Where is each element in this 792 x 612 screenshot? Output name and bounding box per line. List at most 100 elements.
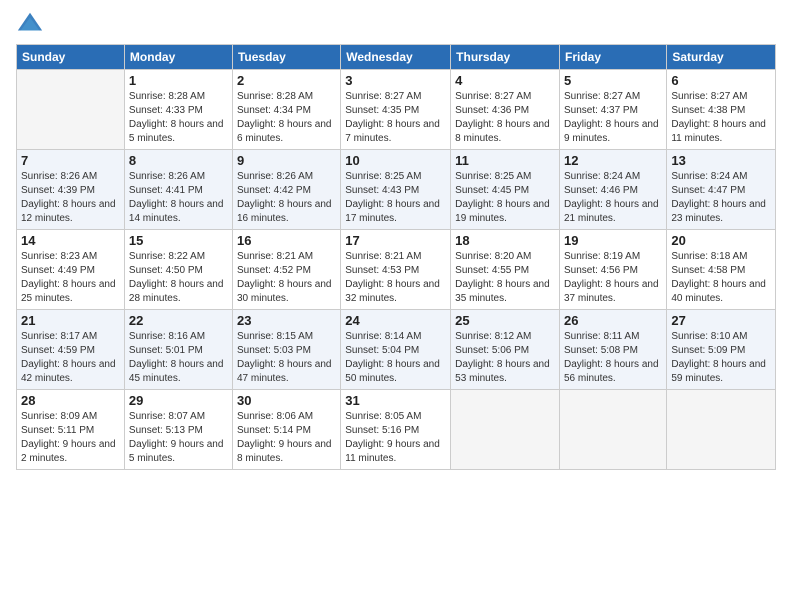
logo-icon [16,10,44,38]
day-detail: Sunrise: 8:20 AMSunset: 4:55 PMDaylight:… [455,250,555,306]
weekday-header-cell: Thursday [451,45,560,70]
day-number: 18 [455,233,555,248]
day-number: 22 [129,313,228,328]
day-number: 21 [21,313,120,328]
calendar-day-cell: 20 Sunrise: 8:18 AMSunset: 4:58 PMDayligh… [667,230,776,310]
calendar-week-row: 7 Sunrise: 8:26 AMSunset: 4:39 PMDaylight… [17,150,776,230]
day-detail: Sunrise: 8:21 AMSunset: 4:53 PMDaylight:… [345,250,446,306]
calendar-day-cell: 31 Sunrise: 8:05 AMSunset: 5:16 PMDayligh… [341,390,451,470]
day-detail: Sunrise: 8:18 AMSunset: 4:58 PMDaylight:… [671,250,771,306]
weekday-header-cell: Sunday [17,45,125,70]
calendar-day-cell: 14 Sunrise: 8:23 AMSunset: 4:49 PMDayligh… [17,230,125,310]
calendar-day-cell: 8Sunrise: 8:26 AMSunset: 4:41 PMDaylight… [124,150,232,230]
day-detail: Sunrise: 8:28 AMSunset: 4:33 PMDaylight:… [129,90,228,146]
day-number: 12 [564,153,662,168]
calendar-day-cell: 24 Sunrise: 8:14 AMSunset: 5:04 PMDayligh… [341,310,451,390]
calendar-day-cell [667,390,776,470]
day-number: 6 [671,73,771,88]
day-number: 31 [345,393,446,408]
day-detail: Sunrise: 8:27 AMSunset: 4:36 PMDaylight:… [455,90,555,146]
day-number: 15 [129,233,228,248]
calendar-day-cell: 11 Sunrise: 8:25 AMSunset: 4:45 PMDayligh… [451,150,560,230]
day-detail: Sunrise: 8:07 AMSunset: 5:13 PMDaylight:… [129,410,228,466]
day-number: 3 [345,73,446,88]
day-detail: Sunrise: 8:23 AMSunset: 4:49 PMDaylight:… [21,250,120,306]
day-number: 11 [455,153,555,168]
day-detail: Sunrise: 8:26 AMSunset: 4:39 PMDaylight:… [21,170,120,226]
day-detail: Sunrise: 8:21 AMSunset: 4:52 PMDaylight:… [237,250,336,306]
day-detail: Sunrise: 8:12 AMSunset: 5:06 PMDaylight:… [455,330,555,386]
day-detail: Sunrise: 8:17 AMSunset: 4:59 PMDaylight:… [21,330,120,386]
calendar-day-cell: 25 Sunrise: 8:12 AMSunset: 5:06 PMDayligh… [451,310,560,390]
calendar-day-cell: 13 Sunrise: 8:24 AMSunset: 4:47 PMDayligh… [667,150,776,230]
day-number: 23 [237,313,336,328]
day-number: 16 [237,233,336,248]
calendar-day-cell: 21 Sunrise: 8:17 AMSunset: 4:59 PMDayligh… [17,310,125,390]
day-detail: Sunrise: 8:25 AMSunset: 4:43 PMDaylight:… [345,170,446,226]
day-number: 9 [237,153,336,168]
calendar-day-cell: 16 Sunrise: 8:21 AMSunset: 4:52 PMDayligh… [232,230,340,310]
day-detail: Sunrise: 8:09 AMSunset: 5:11 PMDaylight:… [21,410,120,466]
day-number: 27 [671,313,771,328]
calendar-week-row: 14 Sunrise: 8:23 AMSunset: 4:49 PMDayligh… [17,230,776,310]
day-number: 10 [345,153,446,168]
day-detail: Sunrise: 8:11 AMSunset: 5:08 PMDaylight:… [564,330,662,386]
day-detail: Sunrise: 8:06 AMSunset: 5:14 PMDaylight:… [237,410,336,466]
day-number: 1 [129,73,228,88]
day-detail: Sunrise: 8:27 AMSunset: 4:35 PMDaylight:… [345,90,446,146]
calendar-day-cell: 15 Sunrise: 8:22 AMSunset: 4:50 PMDayligh… [124,230,232,310]
calendar-day-cell: 22 Sunrise: 8:16 AMSunset: 5:01 PMDayligh… [124,310,232,390]
calendar-day-cell: 17 Sunrise: 8:21 AMSunset: 4:53 PMDayligh… [341,230,451,310]
day-number: 25 [455,313,555,328]
day-number: 24 [345,313,446,328]
day-detail: Sunrise: 8:28 AMSunset: 4:34 PMDaylight:… [237,90,336,146]
calendar-day-cell: 6 Sunrise: 8:27 AMSunset: 4:38 PMDaylight… [667,70,776,150]
day-detail: Sunrise: 8:22 AMSunset: 4:50 PMDaylight:… [129,250,228,306]
day-detail: Sunrise: 8:14 AMSunset: 5:04 PMDaylight:… [345,330,446,386]
day-detail: Sunrise: 8:16 AMSunset: 5:01 PMDaylight:… [129,330,228,386]
day-number: 30 [237,393,336,408]
day-detail: Sunrise: 8:05 AMSunset: 5:16 PMDaylight:… [345,410,446,466]
calendar-day-cell: 2 Sunrise: 8:28 AMSunset: 4:34 PMDaylight… [232,70,340,150]
calendar-week-row: 1 Sunrise: 8:28 AMSunset: 4:33 PMDaylight… [17,70,776,150]
day-number: 13 [671,153,771,168]
day-number: 29 [129,393,228,408]
calendar-day-cell: 30 Sunrise: 8:06 AMSunset: 5:14 PMDayligh… [232,390,340,470]
weekday-header-cell: Monday [124,45,232,70]
day-detail: Sunrise: 8:25 AMSunset: 4:45 PMDaylight:… [455,170,555,226]
calendar-day-cell: 4Sunrise: 8:27 AMSunset: 4:36 PMDaylight… [451,70,560,150]
day-number: 26 [564,313,662,328]
weekday-header-row: SundayMondayTuesdayWednesdayThursdayFrid… [17,45,776,70]
day-number: 20 [671,233,771,248]
day-detail: Sunrise: 8:24 AMSunset: 4:47 PMDaylight:… [671,170,771,226]
day-detail: Sunrise: 8:27 AMSunset: 4:38 PMDaylight:… [671,90,771,146]
calendar-week-row: 21 Sunrise: 8:17 AMSunset: 4:59 PMDayligh… [17,310,776,390]
day-detail: Sunrise: 8:26 AMSunset: 4:42 PMDaylight:… [237,170,336,226]
weekday-header-cell: Friday [560,45,667,70]
calendar-day-cell: 5 Sunrise: 8:27 AMSunset: 4:37 PMDaylight… [560,70,667,150]
day-number: 7 [21,153,120,168]
day-number: 8 [129,153,228,168]
calendar-day-cell: 28 Sunrise: 8:09 AMSunset: 5:11 PMDayligh… [17,390,125,470]
calendar-day-cell: 23 Sunrise: 8:15 AMSunset: 5:03 PMDayligh… [232,310,340,390]
calendar-day-cell: 12 Sunrise: 8:24 AMSunset: 4:46 PMDayligh… [560,150,667,230]
calendar-day-cell: 7 Sunrise: 8:26 AMSunset: 4:39 PMDaylight… [17,150,125,230]
weekday-header-cell: Tuesday [232,45,340,70]
day-detail: Sunrise: 8:15 AMSunset: 5:03 PMDaylight:… [237,330,336,386]
day-number: 28 [21,393,120,408]
day-detail: Sunrise: 8:27 AMSunset: 4:37 PMDaylight:… [564,90,662,146]
calendar-day-cell: 29 Sunrise: 8:07 AMSunset: 5:13 PMDayligh… [124,390,232,470]
day-number: 17 [345,233,446,248]
logo [16,10,48,38]
calendar-day-cell: 18 Sunrise: 8:20 AMSunset: 4:55 PMDayligh… [451,230,560,310]
day-number: 14 [21,233,120,248]
calendar-day-cell [17,70,125,150]
weekday-header-cell: Wednesday [341,45,451,70]
calendar-day-cell: 1 Sunrise: 8:28 AMSunset: 4:33 PMDaylight… [124,70,232,150]
day-detail: Sunrise: 8:24 AMSunset: 4:46 PMDaylight:… [564,170,662,226]
day-detail: Sunrise: 8:10 AMSunset: 5:09 PMDaylight:… [671,330,771,386]
weekday-header-cell: Saturday [667,45,776,70]
day-detail: Sunrise: 8:19 AMSunset: 4:56 PMDaylight:… [564,250,662,306]
day-number: 2 [237,73,336,88]
day-number: 5 [564,73,662,88]
